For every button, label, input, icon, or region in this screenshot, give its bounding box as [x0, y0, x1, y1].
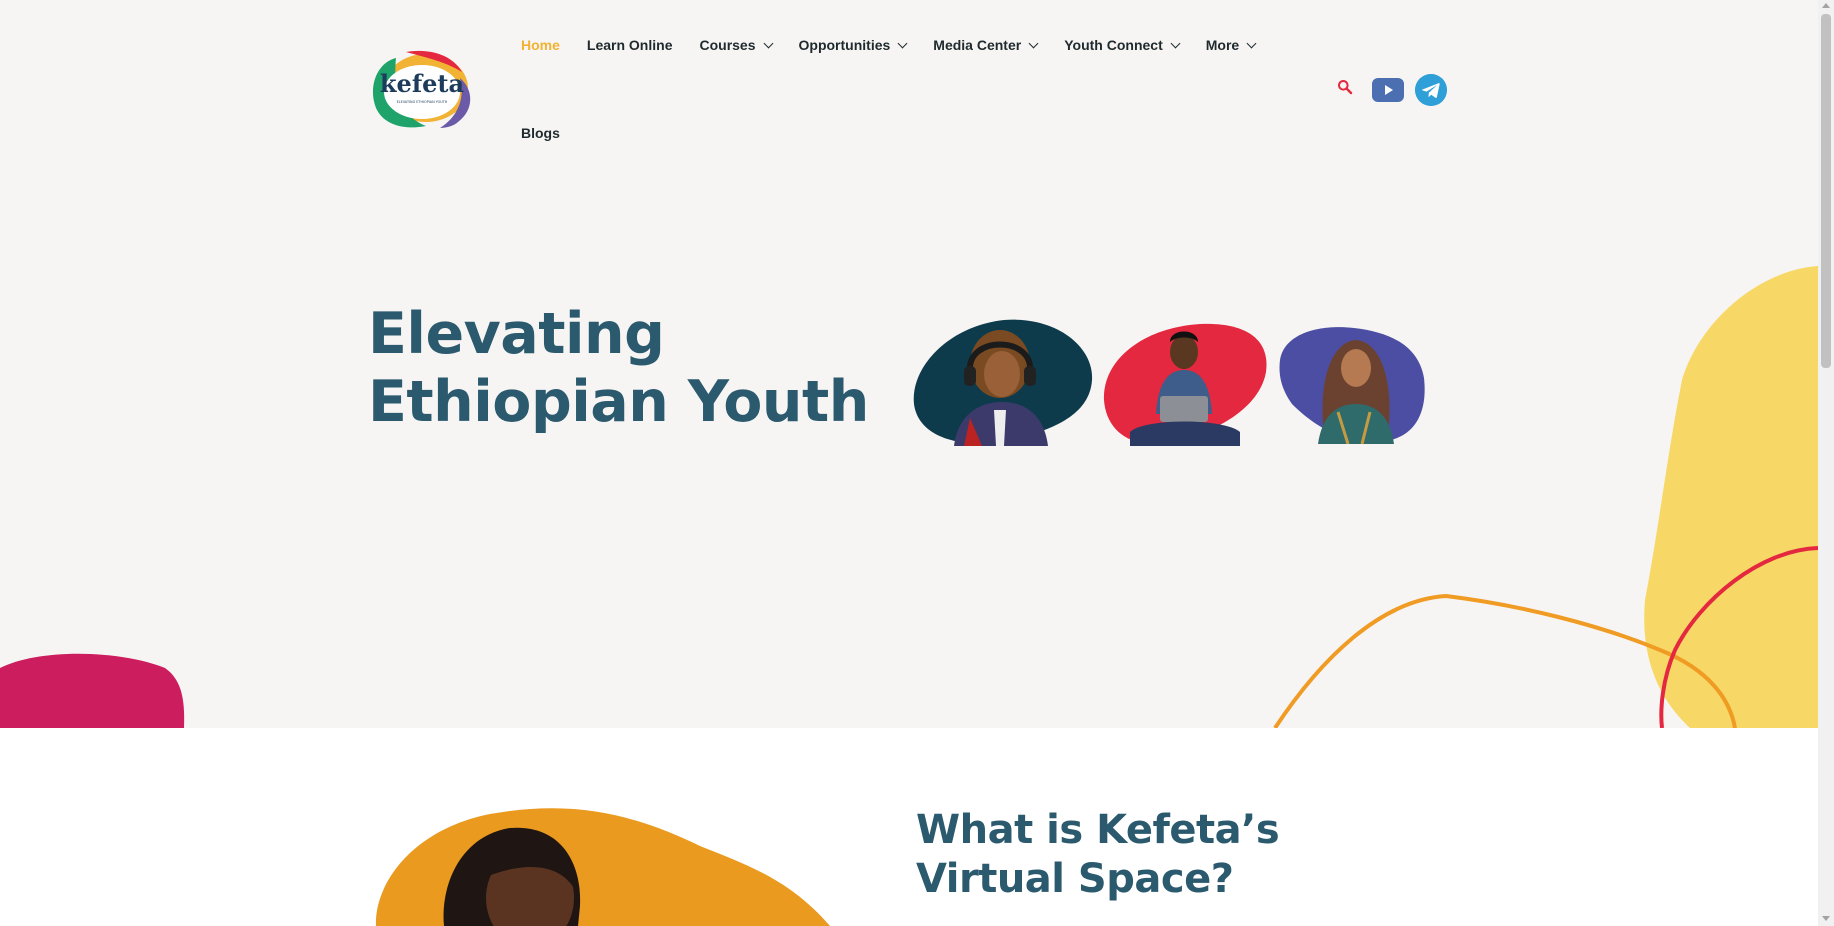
nav-media-center-label: Media Center [933, 37, 1022, 53]
nav-media-center[interactable]: Media Center [933, 37, 1039, 53]
youtube-icon[interactable] [1372, 78, 1404, 102]
main-nav-row2: Blogs [521, 125, 587, 141]
main-nav: Home Learn Online Courses Opportunities … [521, 34, 1282, 56]
portrait-image-laptop [1103, 323, 1267, 446]
page: kefeta ELEVATING ETHIOPIAN YOUTH Home Le… [0, 0, 1818, 926]
nav-more-label: More [1205, 37, 1240, 53]
scrollbar-thumb[interactable] [1821, 14, 1831, 368]
hero-title-line1: Elevating [368, 301, 665, 367]
scroll-up-arrow-icon[interactable] [1822, 3, 1830, 8]
chevron-down-icon [1028, 38, 1039, 48]
logo-wordmark: kefeta [380, 69, 464, 98]
telegram-icon[interactable] [1415, 74, 1447, 106]
hero-title-line2: Ethiopian Youth [368, 369, 869, 435]
chevron-down-icon [1246, 38, 1257, 48]
chevron-down-icon [897, 38, 908, 48]
nav-learn-online[interactable]: Learn Online [587, 37, 673, 53]
nav-youth-connect-label: Youth Connect [1064, 37, 1163, 53]
about-section-title: What is Kefeta’s Virtual Space? [916, 807, 1280, 902]
nav-blogs-label: Blogs [521, 125, 560, 141]
logo-tagline: ELEVATING ETHIOPIAN YOUTH [397, 100, 448, 104]
chevron-down-icon [1170, 38, 1181, 48]
portrait-image-hijab [1279, 327, 1425, 444]
nav-courses-label: Courses [699, 37, 756, 53]
nav-courses[interactable]: Courses [699, 37, 773, 53]
scroll-down-arrow-icon[interactable] [1822, 916, 1830, 921]
nav-home-label: Home [521, 37, 560, 53]
nav-blogs[interactable]: Blogs [521, 125, 560, 141]
nav-learn-online-label: Learn Online [586, 37, 673, 53]
portrait-image-headphones [913, 319, 1093, 446]
nav-youth-connect[interactable]: Youth Connect [1064, 37, 1181, 53]
search-icon[interactable] [1337, 79, 1353, 95]
nav-opportunities[interactable]: Opportunities [798, 37, 908, 53]
hero-title: Elevating Ethiopian Youth [368, 300, 869, 436]
chevron-down-icon [763, 38, 773, 48]
kefeta-logo[interactable]: kefeta ELEVATING ETHIOPIAN YOUTH [366, 48, 478, 132]
site-header: kefeta ELEVATING ETHIOPIAN YOUTH Home Le… [0, 0, 1818, 170]
about-section [0, 728, 1818, 926]
nav-opportunities-label: Opportunities [798, 37, 891, 53]
nav-more[interactable]: More [1205, 37, 1257, 53]
about-image-portrait [375, 808, 830, 926]
nav-home[interactable]: Home [521, 37, 560, 53]
pink-blob [0, 653, 185, 728]
